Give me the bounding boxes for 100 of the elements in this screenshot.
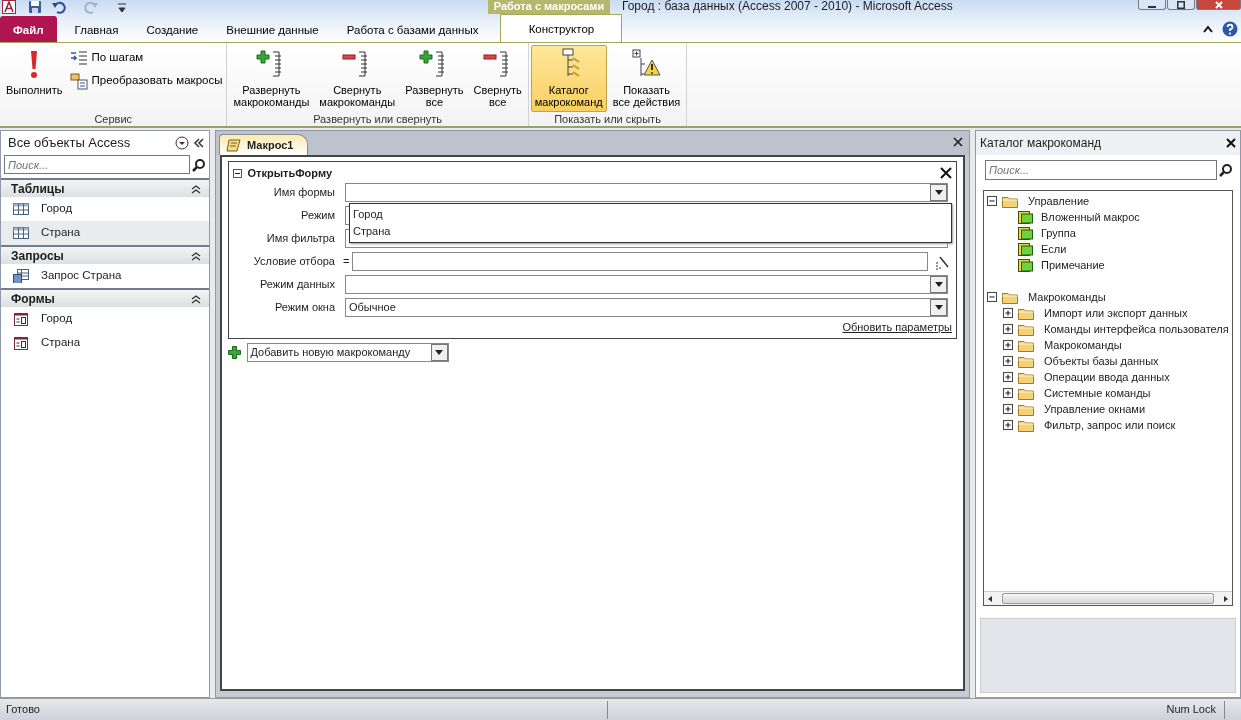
tree-item[interactable]: Системные команды [1044,384,1151,402]
ribbon-button[interactable]: Выполнить [2,45,67,112]
group-label: Показать или скрыть [553,112,662,126]
input-field[interactable] [345,275,948,294]
dropdown-icon[interactable] [175,136,189,150]
folder-icon [1018,306,1034,320]
expand-toggle-icon[interactable] [1003,355,1014,367]
dropdown-button[interactable] [930,299,947,316]
collapse-section-icon[interactable] [191,250,201,261]
tree-item[interactable]: Группа [1041,224,1076,242]
tree-item[interactable]: Если [1041,240,1067,258]
input-field[interactable]: Обычное [345,298,948,317]
nav-item[interactable]: Город [1,307,209,331]
close-button[interactable] [1196,0,1241,10]
dropdown-button[interactable] [430,344,448,361]
search-field[interactable]: Поиск... [985,160,1217,180]
folder-icon [1018,354,1034,368]
tree-item[interactable]: Команды интерфейса пользователя [1044,320,1229,338]
expand-toggle-icon[interactable] [987,195,998,207]
ribbon-button[interactable]: Свернуть макрокоманды [315,45,400,112]
expand-toggle-icon[interactable] [1003,339,1014,351]
close-icon[interactable] [940,167,952,179]
nav-item[interactable]: Страна [1,221,209,245]
ribbon-button[interactable]: Преобразовать макросы [68,70,225,91]
macro-scroll-icon [226,138,242,152]
caret-icon [435,350,443,355]
field-label: Режим [300,208,336,224]
expand-toggle-icon[interactable] [1003,323,1014,335]
folder-icon [1018,322,1034,336]
tree-item[interactable]: Фильтр, запрос или поиск [1044,416,1176,434]
form-icon [13,336,29,350]
tree-item[interactable]: Макрокоманды [1044,336,1122,354]
dropdown-button[interactable] [930,184,947,201]
expand-toggle-icon[interactable] [987,291,998,303]
nav-item[interactable]: Город [1,197,209,221]
tree-item[interactable]: Управление [1028,192,1090,210]
close-icon[interactable] [1226,138,1236,148]
caret-icon [934,282,943,287]
maximize-button[interactable] [1167,0,1195,10]
add-action-dropdown[interactable]: Добавить новую макрокоманду [246,343,449,362]
expand-toggle-icon[interactable] [1003,371,1014,383]
tree-item[interactable]: Вложенный макрос [1041,208,1140,226]
collapse-section-icon[interactable] [191,293,201,304]
expand-toggle-icon[interactable] [1003,307,1014,319]
expand-toggle-icon[interactable] [1003,403,1014,415]
nav-item[interactable]: Страна [1,331,209,355]
search-field[interactable]: Поиск... [4,155,190,174]
expand-toggle-icon[interactable] [1003,419,1014,431]
status-text: Num Lock [1166,702,1216,718]
dropdown-button[interactable] [930,276,947,293]
ribbon-button[interactable]: Развернуть все [401,45,468,112]
close-icon [1214,1,1223,9]
tree-item[interactable]: Управление окнами [1044,400,1146,418]
tree-item[interactable]: Объекты базы данных [1044,352,1159,370]
document-tab[interactable]: Макрос1 [219,134,309,155]
close-icon[interactable] [953,137,963,147]
search-icon[interactable] [192,157,206,172]
collapse-section-icon[interactable] [191,183,201,194]
dropdown-option[interactable]: Город [353,206,948,223]
ribbon-button[interactable]: Развернуть макрокоманды [229,45,314,112]
folder-icon [1018,402,1034,416]
collapse-pane-icon[interactable] [193,137,205,149]
form-icon [13,312,29,326]
window-title: Город : база данных (Access 2007 - 2010) - Microsoft Access [622,0,953,12]
customize-menu-icon[interactable] [115,0,129,14]
ribbon-tab[interactable]: Создание [132,16,213,42]
help-icon[interactable] [1222,21,1238,37]
expand-toggle-icon[interactable] [1003,387,1014,399]
contextual-tab-group: Работа с макросами [488,0,610,14]
input-field[interactable] [345,183,948,202]
ribbon-button[interactable]: По шагам [68,47,225,68]
search-icon[interactable] [1219,163,1233,177]
ribbon-tab[interactable]: Главная [60,16,133,42]
collapse-toggle-icon[interactable] [233,168,242,178]
convert-icon [70,71,89,90]
ribbon-tab[interactable]: Конструктор [500,14,623,42]
undo-icon[interactable] [52,0,66,14]
save-icon[interactable] [28,0,42,14]
table-icon [13,202,29,216]
ribbon-button[interactable]: Показать все действия [608,45,685,112]
tree-item[interactable]: Операции ввода данных [1044,368,1170,386]
run-icon [30,48,39,80]
update-parameters-link[interactable]: Обновить параметры [842,321,952,333]
ribbon-tab[interactable]: Работа с базами данных [332,16,493,42]
tree-item[interactable]: Макрокоманды [1028,288,1106,306]
tree-item[interactable]: Импорт или экспорт данных [1044,304,1188,322]
ribbon-tab[interactable]: Внешние данные [212,16,333,42]
tree-item[interactable]: Примечание [1041,256,1105,274]
ribbon-button[interactable]: Каталог макрокоманд [530,45,607,112]
dropdown-option[interactable]: Страна [353,223,948,240]
folder-icon [1018,386,1034,400]
file-tab[interactable]: Файл [0,16,57,42]
scrollbar-thumb[interactable] [1002,593,1214,604]
input-field[interactable] [352,252,929,271]
nav-item[interactable]: Запрос Страна [1,264,209,288]
folder-icon [1018,370,1034,384]
group-label: Сервис [93,112,134,126]
ribbon-button[interactable]: Свернуть все [469,45,526,112]
minimize-button[interactable] [1138,0,1166,10]
collapse-ribbon-icon[interactable] [1202,24,1214,34]
